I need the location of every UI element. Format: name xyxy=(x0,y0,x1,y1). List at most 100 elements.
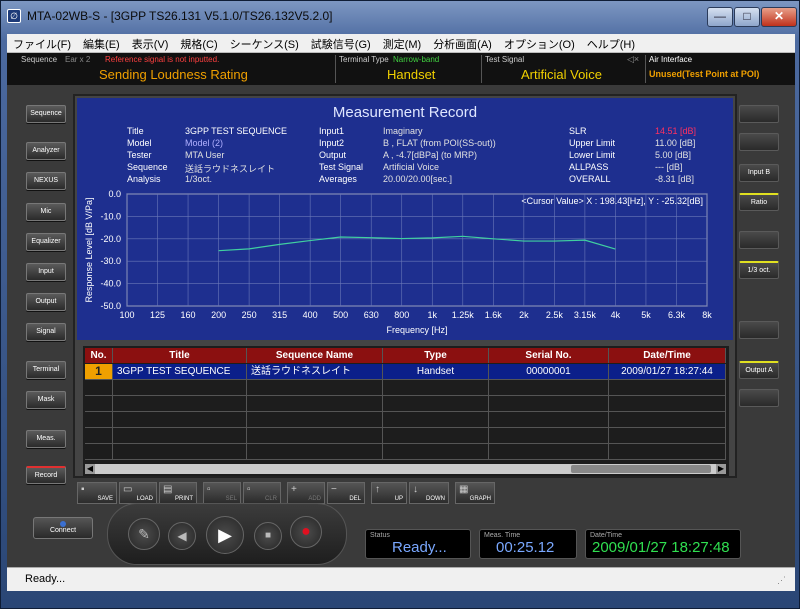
status-value: Ready... xyxy=(392,539,447,556)
scroll-right-icon[interactable]: ▶ xyxy=(716,464,726,474)
menu-test-signal[interactable]: 試験信号(G) xyxy=(305,34,377,52)
output-a-button[interactable]: Output A xyxy=(739,361,779,379)
clear-button[interactable]: ▫ CLR xyxy=(243,482,281,504)
record-button[interactable]: Record xyxy=(26,466,66,484)
play-icon[interactable]: ▶ xyxy=(206,516,244,554)
y-axis-label: Response Level [dB V/Pa] xyxy=(84,197,94,302)
field-label: Output xyxy=(319,150,347,160)
equalizer-button[interactable]: Equalizer xyxy=(26,233,66,251)
sequence-button[interactable]: Sequence xyxy=(26,105,66,123)
col-header-date[interactable]: Date/Time xyxy=(609,348,726,363)
resize-grip-icon[interactable]: ⋰ xyxy=(777,575,786,586)
y-tick-label: -10.0 xyxy=(100,211,121,221)
minimize-button[interactable]: — xyxy=(707,7,733,27)
divider xyxy=(335,55,336,83)
third-octave-button[interactable]: 1/3 oct. xyxy=(739,261,779,279)
menu-measure[interactable]: 測定(M) xyxy=(377,34,428,52)
close-button[interactable]: ✕ xyxy=(761,7,797,27)
field-label: Averages xyxy=(319,174,357,184)
lower-limit-value: 5.00 [dB] xyxy=(655,150,692,160)
empty-table-row[interactable] xyxy=(85,428,726,444)
horizontal-scrollbar[interactable]: ◀ ▶ xyxy=(85,464,726,474)
cell-date: 2009/01/27 18:27:44 xyxy=(609,364,726,380)
col-header-sequence[interactable]: Sequence Name xyxy=(247,348,383,363)
menu-file[interactable]: ファイル(F) xyxy=(7,34,77,52)
right-button-5[interactable] xyxy=(739,231,779,249)
speaker-icon: ◁× xyxy=(627,54,640,64)
signal-button[interactable]: Signal xyxy=(26,323,66,341)
menu-standard[interactable]: 規格(C) xyxy=(174,34,223,52)
transport-controls: ✎ ◀ ▶ ■ ● xyxy=(107,503,347,565)
input-b-button[interactable]: Input B xyxy=(739,164,779,182)
ratio-button[interactable]: Ratio xyxy=(739,193,779,211)
empty-table-row[interactable] xyxy=(85,396,726,412)
empty-table-row[interactable] xyxy=(85,380,726,396)
empty-table-row[interactable] xyxy=(85,412,726,428)
empty-cell xyxy=(489,412,609,428)
empty-table-row[interactable] xyxy=(85,444,726,460)
right-button-9[interactable] xyxy=(739,389,779,407)
output-value: A , -4.7[dBPa] (to MRP) xyxy=(383,150,478,160)
terminal-button[interactable]: Terminal xyxy=(26,361,66,379)
output-button[interactable]: Output xyxy=(26,293,66,311)
y-tick-label: 0.0 xyxy=(108,189,121,199)
mic-button[interactable]: Mic xyxy=(26,203,66,221)
analyzer-button[interactable]: Analyzer xyxy=(26,142,66,160)
nexus-button[interactable]: NEXUS xyxy=(26,172,66,190)
add-button[interactable]: + ADD xyxy=(287,482,325,504)
right-button-2[interactable] xyxy=(739,133,779,151)
select-icon: ▫ xyxy=(207,484,211,495)
menu-sequence[interactable]: シーケンス(S) xyxy=(224,34,305,52)
analysis-value: 1/3oct. xyxy=(185,174,213,184)
record-icon[interactable]: ● xyxy=(290,516,322,548)
arrow-up-icon: ↑ xyxy=(375,484,380,495)
mask-button[interactable]: Mask xyxy=(26,391,66,409)
ear-label: Ear x 2 xyxy=(65,55,91,64)
empty-cell xyxy=(113,428,247,444)
right-button-7[interactable] xyxy=(739,321,779,339)
mic-icon[interactable]: ✎ xyxy=(128,518,160,550)
model-value: Model (2) xyxy=(185,138,224,148)
table-row[interactable]: 1 3GPP TEST SEQUENCE 送話ラウドネスレイト Handset … xyxy=(85,364,726,380)
speaker-icon[interactable]: ◀ xyxy=(168,522,196,550)
empty-cell xyxy=(609,412,726,428)
meas-button[interactable]: Meas. xyxy=(26,430,66,448)
x-tick-label: 1.6k xyxy=(485,310,503,320)
empty-cell xyxy=(113,444,247,460)
select-button[interactable]: ▫ SEL xyxy=(203,482,241,504)
print-button[interactable]: ▤ PRINT xyxy=(159,482,197,504)
maximize-button[interactable]: □ xyxy=(734,7,760,27)
load-button[interactable]: ▭ LOAD xyxy=(119,482,157,504)
app-window: ∅ MTA-02WB-S - [3GPP TS26.131 V5.1.0/TS2… xyxy=(0,0,800,609)
sequence-value: Sending Loudness Rating xyxy=(99,67,248,82)
delete-button[interactable]: − DEL xyxy=(327,482,365,504)
response-chart[interactable]: 100 125 160 200 250 315 400 500 630 800 1k 1.25k 1.6… xyxy=(77,186,733,338)
input-button[interactable]: Input xyxy=(26,263,66,281)
down-button[interactable]: ↓ DOWN xyxy=(409,482,449,504)
empty-cell xyxy=(85,380,113,396)
connect-button[interactable]: Connect xyxy=(33,517,93,539)
stop-icon[interactable]: ■ xyxy=(254,522,282,550)
divider xyxy=(645,55,646,83)
col-header-no[interactable]: No. xyxy=(85,348,113,363)
plot-area xyxy=(126,193,708,307)
menu-analysis[interactable]: 分析画面(A) xyxy=(427,34,498,52)
x-tick-label: 630 xyxy=(364,310,379,320)
menu-options[interactable]: オプション(O) xyxy=(498,34,581,52)
scroll-thumb[interactable] xyxy=(571,465,711,473)
status-label: Status xyxy=(370,532,390,539)
menu-view[interactable]: 表示(V) xyxy=(126,34,175,52)
save-button[interactable]: ▪ SAVE xyxy=(77,482,117,504)
col-header-type[interactable]: Type xyxy=(383,348,489,363)
col-header-serial[interactable]: Serial No. xyxy=(489,348,609,363)
menu-edit[interactable]: 編集(E) xyxy=(77,34,126,52)
up-button[interactable]: ↑ UP xyxy=(371,482,407,504)
empty-cell xyxy=(113,380,247,396)
scroll-left-icon[interactable]: ◀ xyxy=(85,464,95,474)
right-button-1[interactable] xyxy=(739,105,779,123)
meas-time-label: Meas. Time xyxy=(484,532,521,539)
menu-help[interactable]: ヘルプ(H) xyxy=(581,34,641,52)
terminal-label: Terminal Type xyxy=(339,55,389,64)
graph-button[interactable]: ▦ GRAPH xyxy=(455,482,495,504)
col-header-title[interactable]: Title xyxy=(113,348,247,363)
